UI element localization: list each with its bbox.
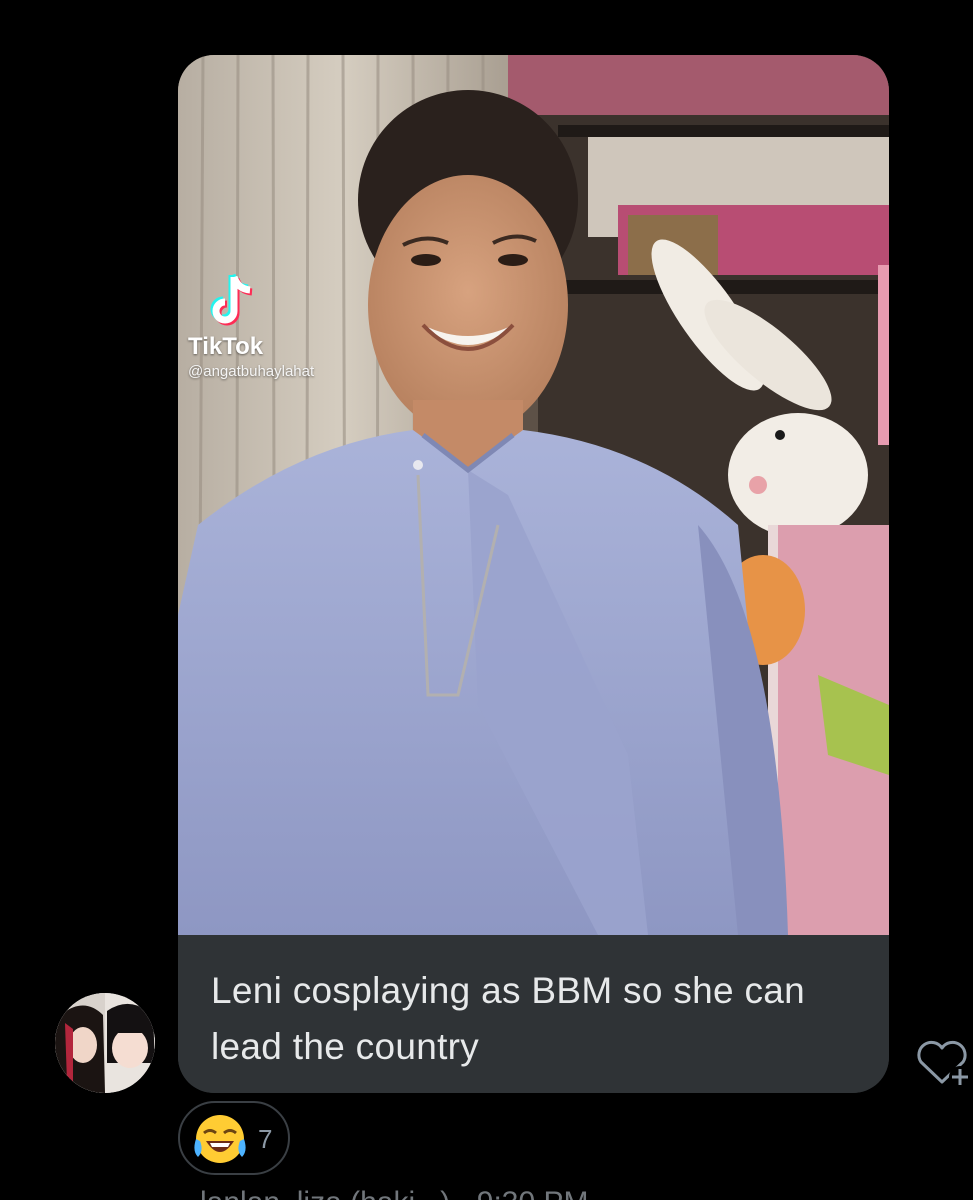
message-caption: Leni cosplaying as BBM so she can lead t… [178,935,889,1093]
tiktok-watermark: TikTok @angatbuhaylahat [188,273,388,383]
sender-avatar[interactable] [55,993,155,1093]
message-meta-line: lanlan_liza (haki...) · 9:30 PM [200,1186,589,1200]
tiktok-note-icon [210,273,253,326]
dm-conversation-screen: TikTok @angatbuhaylahat Leni cosplaying … [0,0,973,1200]
reaction-count: 7 [258,1124,273,1154]
message-bubble[interactable]: TikTok @angatbuhaylahat Leni cosplaying … [178,55,889,1093]
message-text: Leni cosplaying as BBM so she can lead t… [211,970,806,1067]
reaction-pill[interactable]: 7 [178,1101,290,1175]
tiktok-brand-label: TikTok [188,333,264,360]
avatar-photo [55,993,155,1093]
message-image[interactable]: TikTok @angatbuhaylahat [178,55,889,935]
tiktok-handle-label: @angatbuhaylahat [188,363,315,380]
face-with-tears-of-joy-icon [194,1115,246,1163]
photo-illustration [178,55,889,935]
heart-plus-icon[interactable] [912,1032,973,1090]
